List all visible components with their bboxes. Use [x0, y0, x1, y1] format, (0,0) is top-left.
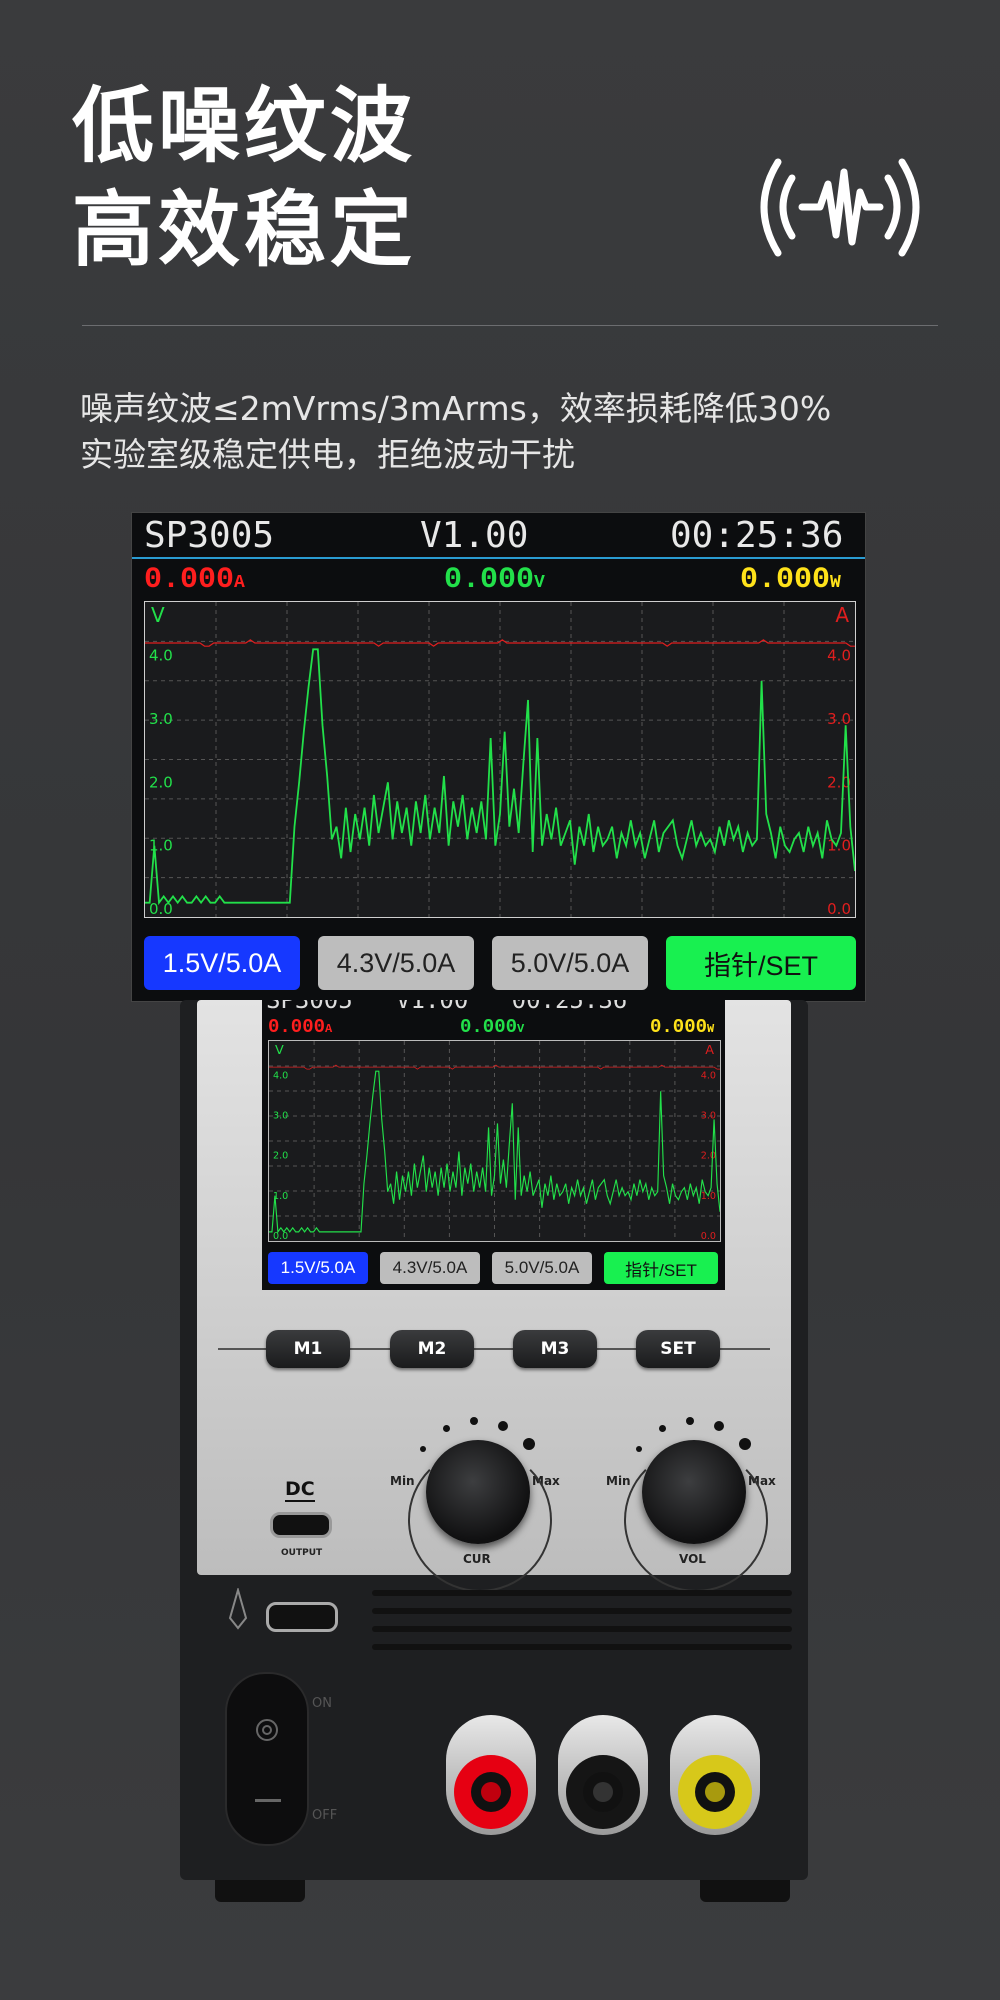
current-knob[interactable] [426, 1440, 530, 1544]
red-terminal[interactable] [446, 1715, 536, 1835]
device-preset-button-3[interactable]: 5.0V/5.0A [492, 1252, 592, 1284]
usb-c-output-port[interactable] [270, 1512, 332, 1538]
headline-line-2: 高效稳定 [72, 183, 417, 278]
yellow-terminal[interactable] [670, 1715, 760, 1835]
right-tick-label: 2.0 [701, 1151, 716, 1162]
device-lcd-header: SP3005 V1.00 00:25:36 [266, 1000, 628, 1014]
right-foot [700, 1880, 790, 1902]
power-symbol-icon [256, 1719, 278, 1741]
voltage-readout: 0.000V [444, 563, 545, 597]
noise-wave-icon [760, 158, 920, 257]
device-preset-button-1[interactable]: 1.5V/5.0A [268, 1252, 368, 1284]
power-readout: 0.000W [740, 563, 841, 597]
set-memory-button[interactable]: SET [636, 1330, 720, 1368]
power-switch[interactable] [225, 1672, 309, 1846]
time-label: 00:25:36 [670, 515, 844, 556]
left-tick-label: 2.0 [273, 1151, 288, 1162]
description-line-2: 实验室级稳定供电，拒绝波动干扰 [80, 435, 575, 474]
vol-min-label: Min [606, 1474, 631, 1488]
device-current-readout: 0.000A [268, 1016, 333, 1038]
preset-button-1[interactable]: 1.5V/5.0A [144, 936, 300, 990]
left-tick-label: 2.0 [149, 773, 173, 791]
lcd-header: SP3005 V1.00 00:25:36 [132, 513, 865, 559]
preset-button-3[interactable]: 5.0V/5.0A [492, 936, 648, 990]
left-tick-label: 4.0 [149, 647, 173, 665]
description-line-1: 噪声纹波≤2mVrms/3mArms，效率损耗降低30% [80, 389, 832, 428]
vent-grille [372, 1626, 792, 1632]
usb-c-port[interactable] [266, 1602, 338, 1632]
device-power-readout: 0.000W [650, 1016, 715, 1038]
right-tick-label: 4.0 [827, 647, 851, 665]
waveform-svg: 4.03.02.01.00.04.03.02.01.00.0V A [145, 602, 855, 917]
m1-button[interactable]: M1 [266, 1330, 350, 1368]
left-axis-label: V [275, 1043, 284, 1058]
device-preset-button-2[interactable]: 4.3V/5.0A [380, 1252, 480, 1284]
voltage-series-line [269, 1070, 720, 1234]
device-voltage-readout: 0.000V [460, 1016, 525, 1038]
left-tick-label: 3.0 [273, 1111, 288, 1122]
left-axis-label: V [151, 603, 165, 627]
lcd-screen: SP3005 V1.00 00:25:36 0.000A 0.000V 0.00… [131, 512, 866, 1002]
output-label: OUTPUT [281, 1548, 323, 1558]
vent-grille [372, 1590, 792, 1596]
switch-on-label: ON [312, 1696, 332, 1711]
vent-grille [372, 1608, 792, 1614]
right-tick-label: 0.0 [827, 900, 851, 917]
voltage-knob[interactable] [642, 1440, 746, 1544]
device-waveform-chart: 4.0 3.0 2.0 1.0 0.0 4.0 3.0 2.0 1.0 0.0 V A [268, 1040, 721, 1242]
m3-button[interactable]: M3 [513, 1330, 597, 1368]
right-axis-label: A [705, 1043, 714, 1058]
vent-grille [372, 1644, 792, 1650]
headline-line-1: 低噪纹波 [72, 79, 417, 174]
divider [82, 325, 938, 326]
vol-label: VOL [679, 1552, 706, 1566]
model-label: SP3005 [144, 515, 275, 556]
right-tick-label: 3.0 [827, 710, 851, 728]
right-tick-label: 4.0 [701, 1070, 716, 1081]
dc-label: DC [285, 1478, 315, 1502]
version-label: V1.00 [420, 515, 529, 556]
device-set-button[interactable]: 指针/SET [604, 1252, 718, 1284]
off-mark [255, 1799, 281, 1802]
m2-button[interactable]: M2 [390, 1330, 474, 1368]
rocket-logo-icon [228, 1588, 248, 1630]
device-waveform-svg: 4.03.02.01.00.04.03.02.01.00.0V A [269, 1041, 720, 1241]
set-button[interactable]: 指针/SET [666, 936, 856, 990]
voltage-series-line [145, 648, 855, 906]
current-readout: 0.000A [144, 563, 245, 597]
waveform-chart: 4.0 3.0 2.0 1.0 0.0 4.0 3.0 2.0 1.0 0.0 V A [144, 601, 856, 918]
cur-min-label: Min [390, 1474, 415, 1488]
preset-button-2[interactable]: 4.3V/5.0A [318, 936, 474, 990]
black-terminal[interactable] [558, 1715, 648, 1835]
left-foot [215, 1880, 305, 1902]
switch-off-label: OFF [312, 1808, 338, 1823]
left-tick-label: 0.0 [273, 1231, 288, 1241]
left-tick-label: 3.0 [149, 710, 173, 728]
cur-label: CUR [463, 1552, 491, 1566]
left-tick-label: 1.0 [149, 837, 173, 855]
right-tick-label: 0.0 [701, 1231, 716, 1241]
right-axis-label: A [835, 603, 849, 627]
device-lcd: SP3005 V1.00 00:25:36 0.000A 0.000V 0.00… [262, 1000, 725, 1290]
left-tick-label: 4.0 [273, 1070, 288, 1081]
